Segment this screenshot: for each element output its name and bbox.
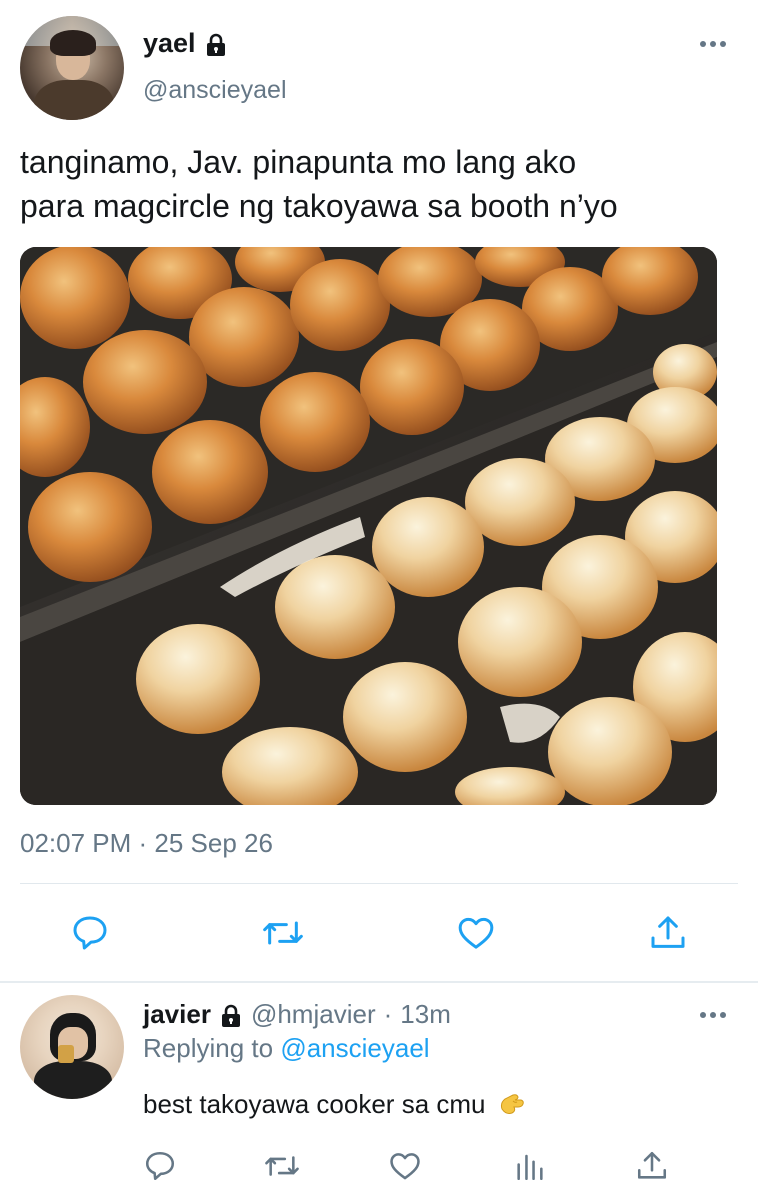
share-icon bbox=[651, 916, 685, 948]
avatar-jacket bbox=[34, 80, 114, 120]
replying-to-prefix: Replying to bbox=[143, 1033, 274, 1063]
reply-analytics-button[interactable] bbox=[510, 1146, 550, 1186]
reply-tweet[interactable]: javier @hmjavier · 13m Replying to @ansc… bbox=[0, 983, 758, 1200]
more-options-icon[interactable] bbox=[698, 34, 728, 54]
lock-icon bbox=[204, 31, 228, 56]
replying-to-line: Replying to @anscieyael bbox=[143, 1031, 430, 1065]
pinching-hand-emoji-icon bbox=[496, 1089, 526, 1119]
author-display-name[interactable]: yael bbox=[143, 26, 196, 60]
heart-icon bbox=[458, 917, 494, 949]
takoyaki-photo bbox=[20, 247, 717, 805]
reply-retweet-button[interactable] bbox=[262, 1146, 302, 1186]
retweet-icon bbox=[265, 1156, 299, 1176]
reply-reply-button[interactable] bbox=[140, 1146, 180, 1186]
reply-share-button[interactable] bbox=[632, 1146, 672, 1186]
lock-icon bbox=[219, 1002, 243, 1027]
more-options-icon[interactable] bbox=[698, 1005, 728, 1025]
heart-icon bbox=[390, 1153, 420, 1180]
avatar-hair bbox=[50, 30, 96, 56]
reply-time[interactable]: 13m bbox=[400, 997, 451, 1031]
reply-header: javier @hmjavier · 13m bbox=[143, 997, 451, 1031]
reply-author-avatar[interactable] bbox=[20, 995, 124, 1099]
reply-handle[interactable]: @hmjavier bbox=[251, 997, 376, 1031]
like-button[interactable] bbox=[454, 911, 498, 955]
tweet-media-image[interactable] bbox=[20, 247, 717, 805]
tweet-text: tanginamo, Jav. pinapunta mo lang ako pa… bbox=[20, 144, 618, 224]
replying-to-mention[interactable]: @anscieyael bbox=[280, 1033, 429, 1063]
speech-bubble-icon bbox=[73, 916, 107, 950]
author-handle[interactable]: @anscieyael bbox=[143, 74, 287, 106]
share-button[interactable] bbox=[646, 911, 690, 955]
retweet-icon bbox=[263, 921, 303, 945]
speech-bubble-icon bbox=[145, 1151, 175, 1181]
reply-button[interactable] bbox=[68, 911, 112, 955]
bar-chart-icon bbox=[517, 1154, 543, 1181]
reply-like-button[interactable] bbox=[385, 1146, 425, 1186]
retweet-button[interactable] bbox=[261, 911, 305, 955]
avatar-body bbox=[34, 1061, 112, 1099]
timestamp-divider bbox=[20, 883, 738, 884]
tweet-timestamp[interactable]: 02:07 PM · 25 Sep 26 bbox=[20, 826, 273, 860]
reply-text: best takoyawa cooker sa cmu bbox=[143, 1089, 486, 1119]
reply-display-name[interactable]: javier bbox=[143, 997, 211, 1031]
reply-separator: · bbox=[383, 999, 393, 1029]
author-name-row[interactable]: yael bbox=[143, 26, 228, 60]
reply-text-row: best takoyawa cooker sa cmu bbox=[143, 1087, 526, 1121]
author-avatar[interactable] bbox=[20, 16, 124, 120]
avatar-cup bbox=[58, 1045, 74, 1063]
main-tweet: yael @anscieyael tanginamo, Jav. pinapun… bbox=[0, 0, 758, 983]
share-icon bbox=[637, 1151, 667, 1179]
